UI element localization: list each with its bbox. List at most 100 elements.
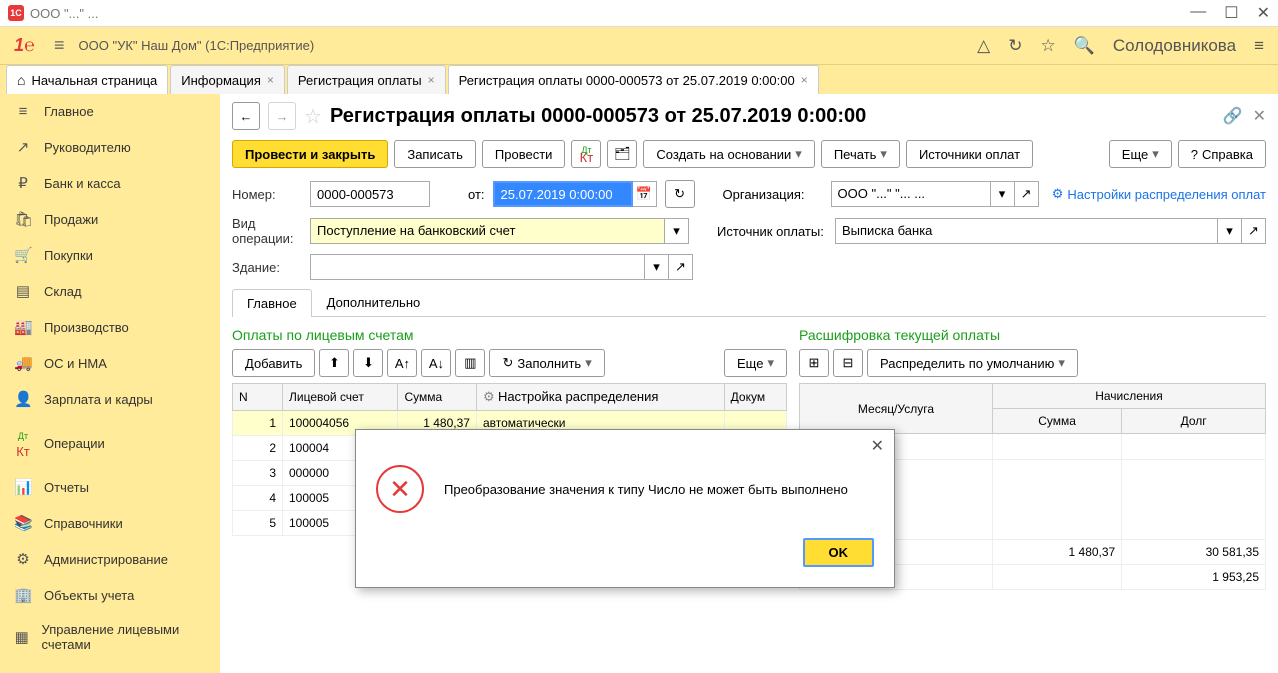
payment-sources-button[interactable]: Источники оплат	[906, 140, 1033, 168]
close-doc-icon[interactable]: ✕	[1253, 106, 1266, 126]
dialog-close-icon[interactable]: ✕	[871, 436, 884, 456]
move-down-button[interactable]: ⬇	[353, 349, 383, 377]
building-input[interactable]	[310, 254, 645, 280]
move-up-button[interactable]: ⬆	[319, 349, 349, 377]
dropdown-icon[interactable]: ▾	[991, 181, 1015, 207]
open-icon[interactable]: ↗	[1242, 218, 1266, 244]
username[interactable]: Солодовникова	[1113, 36, 1236, 56]
minimize-icon[interactable]: —	[1190, 3, 1206, 23]
more-button-left[interactable]: Еще	[724, 349, 787, 377]
col-dist[interactable]: ⚙ Настройка распределения	[476, 384, 724, 411]
help-button[interactable]: ? Справка	[1178, 140, 1266, 168]
chart-icon: 📊	[14, 478, 32, 496]
date-input[interactable]: 25.07.2019 0:00:00	[493, 181, 633, 207]
sort-desc-button[interactable]: A↓	[421, 349, 451, 377]
favorite-icon[interactable]: ☆	[304, 104, 322, 129]
number-label: Номер:	[232, 187, 302, 202]
sidebar-item-purchases[interactable]: 🛒Покупки	[0, 237, 220, 273]
sidebar-item-bank[interactable]: ₽Банк и касса	[0, 165, 220, 201]
tab-payment-doc[interactable]: Регистрация оплаты 0000-000573 от 25.07.…	[448, 65, 819, 94]
create-based-button[interactable]: Создать на основании	[643, 140, 814, 168]
history-icon[interactable]: ↻	[1008, 36, 1022, 56]
sidebar-item-assets[interactable]: 🚚ОС и НМА	[0, 345, 220, 381]
col-acc[interactable]: Лицевой счет	[283, 384, 398, 411]
ok-button[interactable]: OK	[803, 538, 875, 567]
save-button[interactable]: Записать	[394, 140, 476, 168]
tab-label: Регистрация оплаты	[298, 73, 422, 88]
distribute-button[interactable]: Распределить по умолчанию	[867, 349, 1078, 377]
dropdown-icon[interactable]: ▾	[1218, 218, 1242, 244]
dtkt-button[interactable]: ДтКт	[571, 140, 601, 168]
dropdown-icon[interactable]: ▾	[645, 254, 669, 280]
forward-button[interactable]: →	[268, 102, 296, 130]
col-sum[interactable]: Сумма	[992, 409, 1121, 434]
sidebar-item-warehouse[interactable]: ▤Склад	[0, 273, 220, 309]
sort-asc-button[interactable]: A↑	[387, 349, 417, 377]
link-icon[interactable]: 🔗	[1223, 106, 1243, 126]
col-doc[interactable]: Докум	[724, 384, 786, 411]
structure-button[interactable]: 🗂	[607, 140, 637, 168]
collapse-button[interactable]: ⊟	[833, 349, 863, 377]
settings-burger-icon[interactable]: ≡	[1254, 36, 1264, 56]
number-input[interactable]	[310, 181, 430, 207]
sidebar-item-catalogs[interactable]: 📚Справочники	[0, 505, 220, 541]
sidebar-item-production[interactable]: 🏭Производство	[0, 309, 220, 345]
more-button[interactable]: Еще	[1109, 140, 1172, 168]
sidebar-item-objects[interactable]: 🏢Объекты учета	[0, 577, 220, 613]
tab-home[interactable]: ⌂ Начальная страница	[6, 65, 168, 94]
open-icon[interactable]: ↗	[1015, 181, 1039, 207]
tab-close-icon[interactable]: ×	[428, 73, 435, 87]
col-n[interactable]: N	[233, 384, 283, 411]
org-input[interactable]: ООО "..." "... ...	[831, 181, 991, 207]
tab-close-icon[interactable]: ×	[801, 73, 808, 87]
col-debt[interactable]: Долг	[1122, 409, 1266, 434]
maximize-icon[interactable]: ☐	[1224, 3, 1238, 23]
barcode-button[interactable]: ▥	[455, 349, 485, 377]
sidebar-item-salary[interactable]: 👤Зарплата и кадры	[0, 381, 220, 417]
app-title: ООО "УК" Наш Дом" (1С:Предприятие)	[79, 38, 315, 53]
col-sum[interactable]: Сумма	[398, 384, 476, 411]
menu-icon[interactable]: ≡	[54, 35, 65, 56]
sidebar-item-admin[interactable]: ⚙Администрирование	[0, 541, 220, 577]
sidebar-item-sales[interactable]: 🛍Продажи	[0, 201, 220, 237]
post-close-button[interactable]: Провести и закрыть	[232, 140, 388, 168]
sidebar-item-manager[interactable]: ↗Руководителю	[0, 129, 220, 165]
open-icon[interactable]: ↗	[669, 254, 693, 280]
document-title: Регистрация оплаты 0000-000573 от 25.07.…	[330, 105, 866, 128]
subtab-main[interactable]: Главное	[232, 289, 312, 317]
sidebar-item-charges[interactable]: ▤Начисления услуг	[0, 661, 220, 673]
from-label: от:	[468, 187, 485, 202]
search-icon[interactable]: 🔍	[1074, 36, 1095, 56]
truck-icon: 🚚	[14, 354, 32, 372]
grid-icon: ▦	[14, 628, 30, 646]
factory-icon: 🏭	[14, 318, 32, 336]
gear-icon: ⚙	[1052, 186, 1064, 202]
col-accruals[interactable]: Начисления	[992, 384, 1265, 409]
bell-icon[interactable]: △	[977, 36, 990, 56]
distribution-settings-link[interactable]: ⚙Настройки распределения оплат	[1052, 186, 1266, 202]
sidebar-item-reports[interactable]: 📊Отчеты	[0, 469, 220, 505]
print-button[interactable]: Печать	[821, 140, 900, 168]
dropdown-icon[interactable]: ▾	[665, 218, 689, 244]
sidebar-item-main[interactable]: ≡Главное	[0, 94, 220, 129]
fill-button[interactable]: ↻ Заполнить	[489, 349, 604, 377]
sidebar-item-operations[interactable]: ДтКтОперации	[0, 417, 220, 469]
error-icon: ✕	[376, 465, 424, 513]
optype-select[interactable]: Поступление на банковский счет	[310, 218, 665, 244]
col-month[interactable]: Месяц/Услуга	[800, 384, 993, 434]
source-label: Источник оплаты:	[717, 224, 827, 239]
post-button[interactable]: Провести	[482, 140, 566, 168]
close-window-icon[interactable]: ✕	[1257, 3, 1270, 23]
sidebar-item-accounts[interactable]: ▦Управление лицевыми счетами	[0, 613, 220, 661]
back-button[interactable]: ←	[232, 102, 260, 130]
tab-close-icon[interactable]: ×	[267, 73, 274, 87]
tab-payment-reg[interactable]: Регистрация оплаты ×	[287, 65, 446, 94]
refresh-button[interactable]: ↻	[665, 180, 695, 208]
subtab-extra[interactable]: Дополнительно	[312, 288, 436, 316]
source-input[interactable]: Выписка банка	[835, 218, 1218, 244]
tab-info[interactable]: Информация ×	[170, 65, 285, 94]
add-button[interactable]: Добавить	[232, 349, 315, 377]
calendar-icon[interactable]: 📅	[633, 181, 657, 207]
expand-button[interactable]: ⊞	[799, 349, 829, 377]
star-icon[interactable]: ☆	[1040, 36, 1055, 56]
